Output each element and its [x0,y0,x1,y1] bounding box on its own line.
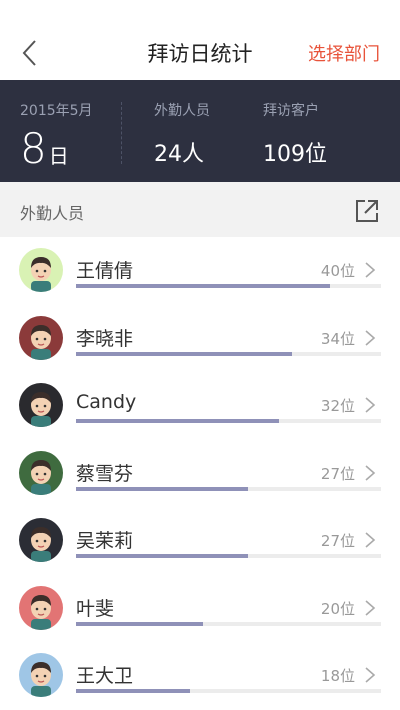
staff-list: 王倩倩 40位 李晓非 34位 Candy 32位 蔡雪芬 27位 吴茉莉 27位 叶斐 20位 王大卫… [0,237,400,710]
visit-count: 18位 [320,667,355,685]
select-department-button[interactable]: 选择部门 [308,40,380,66]
progress-bar [76,351,381,356]
progress-bar [76,419,381,423]
visit-count: 34位 [320,329,355,348]
list-item[interactable]: 叶斐 20位 [0,575,400,643]
summary-panel: 2015年5月 8日 外勤人员 24人 拜访客户 109位 [0,80,400,182]
avatar [19,383,63,427]
chevron-right-icon [365,667,376,683]
avatar [19,653,63,697]
visit-count: 27位 [320,464,355,483]
day-number: 8 [20,124,47,173]
staff-value: 24人 [154,142,204,167]
summary-divider [121,102,122,164]
person-name: Candy [76,391,137,413]
progress-bar [76,554,381,558]
avatar [19,450,63,495]
list-item[interactable]: 李晓非 34位 [0,305,400,373]
list-item[interactable]: 王大卫 18位 [0,642,400,710]
list-item[interactable]: 吴茉莉 27位 [0,507,400,575]
person-name: 蔡雪芬 [76,462,134,485]
progress-fill [76,554,248,558]
navigation-bar: 拜访日统计 选择部门 [0,0,400,80]
clients-value: 109位 [263,142,327,167]
section-title: 外勤人员 [20,204,85,223]
export-icon[interactable] [354,198,380,224]
avatar [19,585,63,630]
person-name: 叶斐 [76,597,115,620]
staff-label: 外勤人员 [154,103,210,119]
avatar [19,518,63,562]
progress-fill [76,621,204,626]
chevron-right-icon [365,329,376,346]
progress-bar [76,486,381,491]
day-display: 8日 [20,124,69,173]
clients-label: 拜访客户 [263,103,319,119]
person-name: 王大卫 [76,665,134,687]
chevron-right-icon [365,532,376,548]
progress-fill [76,486,248,491]
chevron-right-icon [365,599,376,616]
visit-count: 40位 [320,262,355,280]
visit-count: 20位 [320,599,355,618]
list-item[interactable]: 蔡雪芬 27位 [0,440,400,508]
avatar [19,315,63,360]
progress-bar [76,621,381,626]
list-item[interactable]: Candy 32位 [0,372,400,440]
person-name: 吴茉莉 [76,530,134,552]
chevron-right-icon [365,397,376,413]
visit-count: 27位 [320,532,355,550]
progress-fill [76,419,280,423]
progress-fill [76,284,331,288]
section-header: 外勤人员 [0,182,400,237]
month-label: 2015年5月 [20,103,93,119]
list-item[interactable]: 王倩倩 40位 [0,237,400,305]
person-name: 李晓非 [76,327,134,350]
chevron-right-icon [365,464,376,481]
progress-bar [76,689,381,693]
progress-bar [76,284,381,288]
visit-count: 32位 [320,397,355,415]
person-name: 王倩倩 [76,260,134,282]
progress-fill [76,351,293,356]
avatar [19,248,63,292]
day-unit: 日 [48,144,69,168]
progress-fill [76,689,191,693]
chevron-right-icon [365,262,376,278]
